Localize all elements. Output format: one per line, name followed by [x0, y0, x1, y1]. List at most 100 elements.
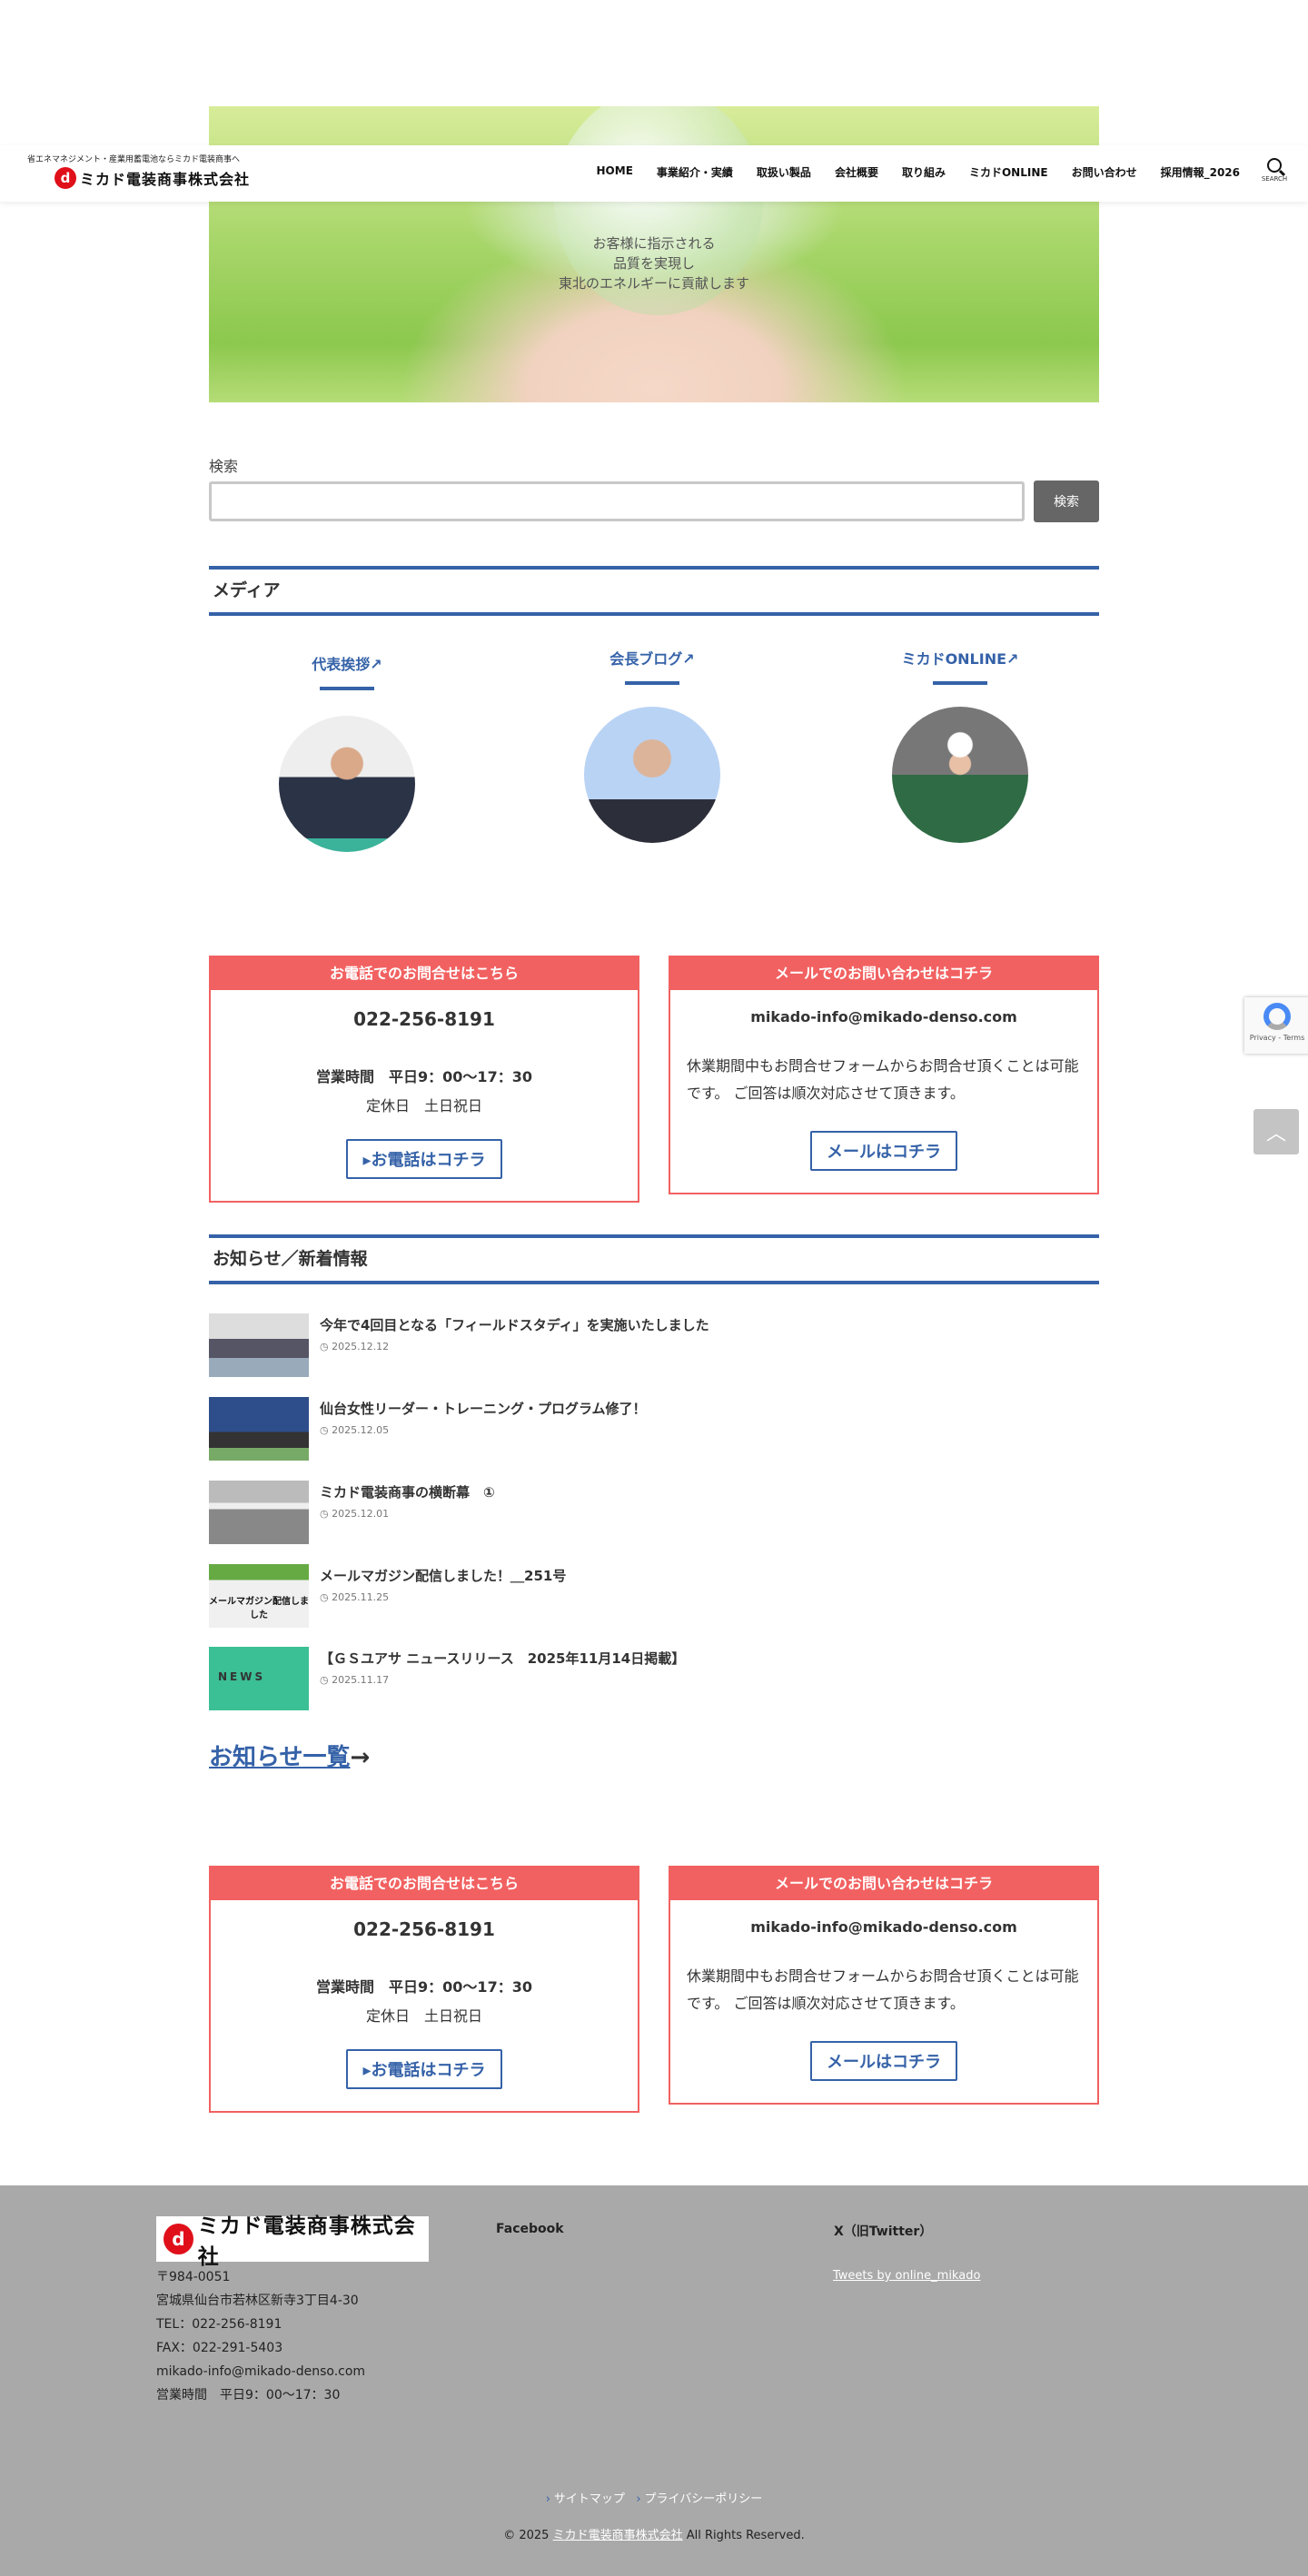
news-title[interactable]: メールマガジン配信しました！＿251号 — [320, 1566, 566, 1585]
news-title[interactable]: 仙台女性リーダー・トレーニング・プログラム修了！ — [320, 1399, 647, 1418]
clock-icon: ◷ — [320, 1341, 332, 1352]
clock-icon: ◷ — [320, 1591, 332, 1603]
media-title[interactable]: 代表挨拶 — [312, 656, 370, 673]
business-hours: 営業時間 平日9：00〜17：30 — [316, 1978, 532, 1996]
postal-code: 〒984-0051 — [156, 2270, 231, 2284]
news-thumbnail[interactable] — [209, 1313, 309, 1377]
hero-line: お客様に指示される — [592, 235, 716, 252]
phone-button[interactable]: ▸お電話はコチラ — [346, 1139, 502, 1179]
news-item[interactable]: メールマガジン配信しました メールマガジン配信しました！＿251号 ◷ 2025… — [209, 1564, 1099, 1628]
back-to-top-button[interactable]: ︿ — [1254, 1109, 1299, 1154]
mail-button[interactable]: メールはコチラ — [810, 1131, 957, 1171]
phone-box-header: お電話でのお問合せはこちら — [211, 1868, 638, 1900]
media-title[interactable]: ミカドONLINE — [902, 650, 1006, 668]
date-text: 2025.12.01 — [332, 1508, 390, 1520]
phone-button[interactable]: ▸お電話はコチラ — [346, 2049, 502, 2089]
external-link-icon: ↗ — [370, 656, 382, 673]
news-thumbnail[interactable]: NEWS — [209, 1647, 309, 1710]
media-item-online[interactable]: ミカドONLINE↗ — [842, 647, 1078, 843]
news-title[interactable]: 今年で4回目となる「フィールドスタディ」を実施いたしました — [320, 1315, 709, 1334]
street-address: 宮城県仙台市若林区新寺3丁目4-30 — [156, 2294, 359, 2308]
external-link-icon: ↗ — [682, 650, 695, 668]
holidays: 定休日 土日祝日 — [365, 2007, 482, 2025]
tagline: 省エネマネジメント・産業用蓄電池ならミカド電装商事へ — [27, 155, 241, 164]
nav-contact[interactable]: お問い合わせ — [1072, 164, 1137, 180]
copyright-post: All Rights Reserved. — [682, 2529, 805, 2542]
site-logo[interactable]: d ミカド電装商事株式会社 — [54, 167, 250, 189]
nav-recruit[interactable]: 採用情報_2026 — [1161, 164, 1240, 180]
news-item[interactable]: 今年で4回目となる「フィールドスタディ」を実施いたしました ◷ 2025.12.… — [209, 1313, 1099, 1377]
online-photo[interactable] — [892, 707, 1028, 843]
phone-button-label: お電話はコチラ — [371, 2061, 486, 2080]
recaptcha-text[interactable]: Privacy - Terms — [1244, 1034, 1308, 1042]
footer-address: 〒984-0051 宮城県仙台市若林区新寺3丁目4-30 TEL：022-256… — [156, 2265, 365, 2407]
media-item-greeting[interactable]: 代表挨拶↗ — [229, 652, 465, 852]
media-item-blog[interactable]: 会長ブログ↗ — [534, 647, 770, 843]
news-item[interactable]: 仙台女性リーダー・トレーニング・プログラム修了！ ◷ 2025.12.05 — [209, 1397, 1099, 1461]
copyright-pre: © 2025 — [503, 2529, 553, 2542]
nav-products[interactable]: 取扱い製品 — [757, 164, 811, 180]
sitemap-link[interactable]: サイトマップ — [554, 2492, 625, 2506]
news-thumbnail[interactable]: メールマガジン配信しました — [209, 1564, 309, 1628]
site-footer: d ミカド電装商事株式会社 〒984-0051 宮城県仙台市若林区新寺3丁目4-… — [0, 2185, 1308, 2576]
date-text: 2025.11.17 — [332, 1674, 390, 1686]
hero-line: 東北のエネルギーに貢献します — [558, 275, 749, 292]
phone-button-label: お電話はコチラ — [371, 1151, 486, 1170]
search-button[interactable]: SEARCH — [1261, 158, 1288, 183]
phone-number: 022-256-8191 — [353, 1008, 495, 1030]
tel: TEL：022-256-8191 — [156, 2317, 282, 2332]
email: mikado-info@mikado-denso.com — [156, 2364, 366, 2379]
news-title[interactable]: ミカド電装商事の横断幕 ① — [320, 1482, 495, 1501]
president-photo[interactable] — [279, 716, 415, 852]
hours: 営業時間 平日9：00〜17：30 — [156, 2388, 341, 2403]
copyright-company-link[interactable]: ミカド電装商事株式会社 — [553, 2529, 683, 2542]
footer-links: › サイトマップ › プライバシーポリシー — [0, 2489, 1308, 2506]
search-input[interactable] — [209, 481, 1025, 521]
privacy-link[interactable]: プライバシーポリシー — [645, 2492, 763, 2506]
media-heading: メディア — [209, 566, 1099, 616]
title-underline — [933, 681, 987, 685]
mail-box-header: メールでのお問い合わせはコチラ — [670, 1868, 1097, 1900]
footer-logo[interactable]: d ミカド電装商事株式会社 — [156, 2214, 429, 2269]
media-title[interactable]: 会長ブログ — [609, 650, 682, 668]
logo-mark-icon: d — [164, 2224, 193, 2254]
news-date: ◷ 2025.11.17 — [320, 1674, 389, 1686]
fax: FAX：022-291-5403 — [156, 2341, 283, 2355]
hero-text: お客様に指示される 品質を実現し 東北のエネルギーに貢献します — [209, 233, 1099, 293]
nav-business[interactable]: 事業紹介・実績 — [657, 164, 733, 180]
mail-message: 休業期間中もお問合せフォームからお問合せ頂くことは可能です。 ご回答は順次対応さ… — [687, 1967, 1079, 2012]
nav-initiatives[interactable]: 取り組み — [902, 164, 946, 180]
phone-contact-box: お電話でのお問合せはこちら 022-256-8191 営業時間 平日9：00〜1… — [209, 956, 639, 1203]
nav-home[interactable]: HOME — [597, 164, 633, 180]
external-link-icon: ↗ — [1006, 650, 1019, 668]
email-address: mikado-info@mikado-denso.com — [750, 1008, 1017, 1025]
chairman-photo[interactable] — [584, 707, 720, 843]
phone-box-header: お電話でのお問合せはこちら — [211, 957, 638, 990]
recaptcha-badge[interactable]: Privacy - Terms — [1244, 997, 1308, 1054]
phone-contact-box: お電話でのお問合せはこちら 022-256-8191 営業時間 平日9：00〜1… — [209, 1866, 639, 2113]
nav-company[interactable]: 会社概要 — [835, 164, 878, 180]
tweets-link[interactable]: Tweets by online_mikado — [833, 2269, 980, 2283]
news-item[interactable]: NEWS 【ＧＳユアサ ニュースリリース 2025年11月14日掲載】 ◷ 20… — [209, 1647, 1099, 1710]
news-thumbnail[interactable] — [209, 1481, 309, 1544]
footer-logo-text: ミカド電装商事株式会社 — [197, 2214, 416, 2269]
mail-contact-box: メールでのお問い合わせはコチラ mikado-info@mikado-denso… — [669, 956, 1099, 1194]
search-submit-button[interactable]: 検索 — [1034, 481, 1099, 522]
holidays: 定休日 土日祝日 — [365, 1097, 482, 1115]
news-title[interactable]: 【ＧＳユアサ ニュースリリース 2025年11月14日掲載】 — [320, 1649, 685, 1668]
mail-button[interactable]: メールはコチラ — [810, 2041, 957, 2081]
nav-online[interactable]: ミカドONLINE — [969, 164, 1048, 180]
title-underline — [625, 681, 679, 685]
mail-box-header: メールでのお問い合わせはコチラ — [670, 957, 1097, 990]
news-list-link-text[interactable]: お知らせ一覧 — [209, 1744, 350, 1771]
date-text: 2025.12.05 — [332, 1424, 390, 1436]
news-date: ◷ 2025.12.01 — [320, 1508, 389, 1520]
news-item[interactable]: ミカド電装商事の横断幕 ① ◷ 2025.12.01 — [209, 1481, 1099, 1544]
clock-icon: ◷ — [320, 1424, 332, 1436]
news-thumbnail[interactable] — [209, 1397, 309, 1461]
copyright: © 2025 ミカド電装商事株式会社 All Rights Reserved. — [0, 2525, 1308, 2542]
clock-icon: ◷ — [320, 1674, 332, 1686]
chevron-right-icon: › — [545, 2492, 550, 2506]
main-nav: HOME 事業紹介・実績 取扱い製品 会社概要 取り組み ミカドONLINE お… — [597, 164, 1240, 180]
news-list-link[interactable]: お知らせ一覧→ — [209, 1739, 370, 1772]
